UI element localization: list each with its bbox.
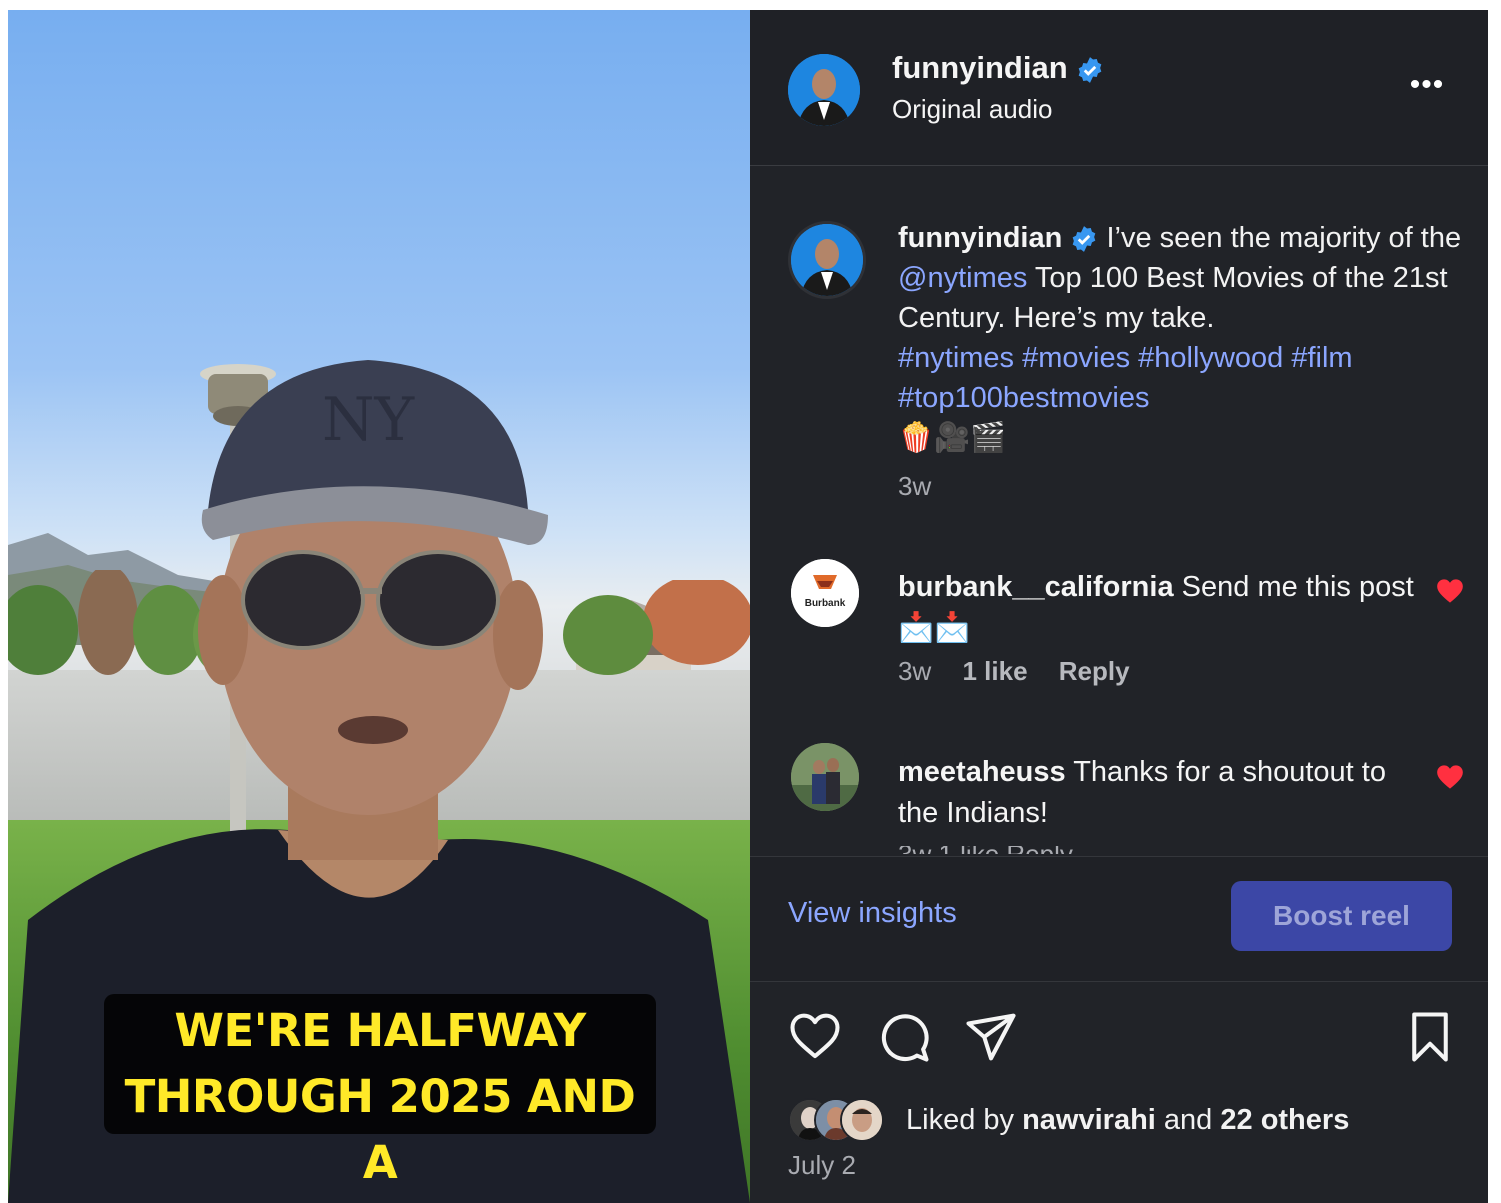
more-options-icon[interactable]: ••• [1402,68,1452,108]
audio-label[interactable]: Original audio [892,94,1052,125]
post-header: funnyindian Original audio ••• [750,10,1488,166]
comment-username[interactable]: burbank__california [898,571,1174,603]
caption-text-1: I’ve seen the majority of the [1106,222,1462,254]
comment-1: burbank__california Send me this post 📩📩 [898,567,1418,649]
boost-reel-button[interactable]: Boost reel [1231,881,1452,951]
like-heart-icon[interactable] [788,1010,842,1064]
video-caption: WE'RE HALFWAY THROUGH 2025 AND A [104,994,656,1189]
author-username[interactable]: funnyindian [892,50,1104,86]
comment-time[interactable]: 3w [898,656,931,686]
author-photo [791,224,863,296]
author-photo [788,54,860,126]
comment-username[interactable]: meetaheuss [898,756,1066,788]
share-send-icon[interactable] [964,1010,1018,1064]
comment-bubble-icon[interactable] [877,1010,931,1064]
verified-badge-icon [1078,56,1102,83]
caption-line-1: WE'RE HALFWAY [174,1004,586,1057]
reel-video[interactable]: NY WE'RE HALFWAY THROUGH 2025 AND A [8,10,750,1203]
heart-filled-icon[interactable] [1436,578,1464,604]
hashtag[interactable]: #film [1291,342,1352,374]
caption-username[interactable]: funnyindian [898,222,1062,254]
view-insights-link[interactable]: View insights [788,897,957,930]
verified-badge-icon [1073,226,1096,253]
burbank-avatar[interactable]: Burbank [791,559,859,627]
liker-avatar [840,1098,884,1142]
liker-username[interactable]: nawvirahi [1022,1104,1156,1136]
post-date[interactable]: July 2 [788,1150,856,1181]
author-avatar[interactable] [788,54,860,126]
hashtag[interactable]: #hollywood [1138,342,1283,374]
svg-text:Burbank: Burbank [805,598,846,609]
hashtag[interactable]: #nytimes [898,342,1014,374]
post-panel: funnyindian Original audio ••• funnyindi… [750,10,1488,1203]
caption-emojis: 🍿🎥🎬 [898,422,1007,454]
heart-filled-icon[interactable] [1436,764,1464,790]
liked-by-text: Liked by nawvirahi and 22 others [906,1104,1350,1136]
others-count[interactable]: 22 others [1220,1104,1349,1136]
liked-by[interactable]: Liked by nawvirahi and 22 others [788,1098,1468,1144]
caption-line-2: THROUGH 2025 AND A [124,1070,636,1189]
reel-viewer: NY WE'RE HALFWAY THROUGH 2025 AND A funn… [8,10,1488,1203]
comment-2-meta-clipped: 3w 1 like Reply [898,846,1198,854]
burbank-logo: Burbank [791,559,859,627]
caption-avatar[interactable] [791,224,863,296]
comment-1-meta: 3w 1 like Reply [898,656,1154,687]
insights-bar: View insights Boost reel [750,856,1488,982]
caption-time[interactable]: 3w [898,466,1468,506]
comment-likes[interactable]: 1 like [962,656,1027,686]
meetaheuss-avatar[interactable] [791,743,859,811]
comment-2: meetaheuss Thanks for a shoutout to the … [898,752,1418,834]
mention-nytimes[interactable]: @nytimes [898,262,1027,294]
hashtag[interactable]: #movies [1022,342,1130,374]
hashtag[interactable]: #top100bestmovies [898,382,1150,414]
svg-text:NY: NY [322,385,416,455]
meetaheuss-photo [791,743,859,811]
save-bookmark-icon[interactable] [1403,1010,1457,1064]
post-caption: funnyindian I’ve seen the majority of th… [898,218,1468,506]
reply-button[interactable]: Reply [1059,656,1130,686]
